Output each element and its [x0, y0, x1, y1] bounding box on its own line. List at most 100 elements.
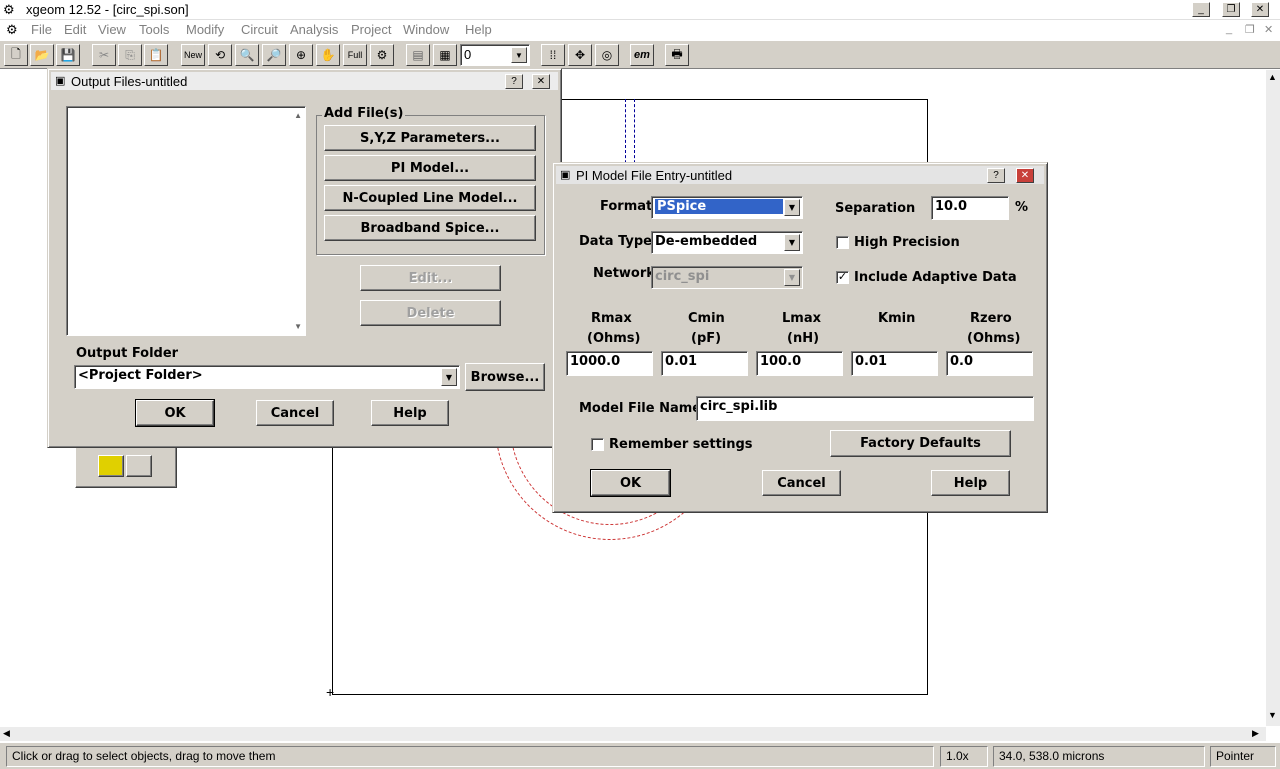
menu-edit[interactable]: Edit	[64, 20, 86, 40]
menu-help[interactable]: Help	[465, 20, 492, 40]
list-scroll-down-icon[interactable]: ▼	[294, 322, 302, 331]
cmin-input[interactable]: 0.01	[661, 351, 748, 376]
menu-file[interactable]: File	[31, 20, 52, 40]
palette-tool-2-icon[interactable]	[126, 455, 152, 477]
menu-modify[interactable]: Modify	[186, 20, 224, 40]
cut-icon[interactable]: ✂	[92, 44, 116, 66]
menu-analysis[interactable]: Analysis	[290, 20, 338, 40]
high-precision-checkbox[interactable]	[836, 236, 849, 249]
syz-parameters-button[interactable]: S,Y,Z Parameters...	[324, 125, 536, 151]
zoom-out-icon[interactable]: 🔎	[262, 44, 286, 66]
menu-tools[interactable]: Tools	[139, 20, 169, 40]
new-view-icon[interactable]: New	[181, 44, 205, 66]
adaptive-data-checkbox[interactable]: ✓	[836, 271, 849, 284]
chevron-down-icon[interactable]: ▼	[441, 368, 457, 386]
edit-view-icon[interactable]: ⟲	[208, 44, 232, 66]
menu-circuit[interactable]: Circuit	[241, 20, 278, 40]
layers-icon[interactable]: ⚙	[370, 44, 394, 66]
em-icon[interactable]: em	[630, 44, 654, 66]
pi-cancel-button[interactable]: Cancel	[762, 470, 841, 496]
list-scroll-up-icon[interactable]: ▲	[294, 111, 302, 120]
rmax-value: 1000.0	[570, 354, 621, 369]
vertical-scrollbar[interactable]: ▲ ▼	[1266, 70, 1280, 726]
broadband-spice-button[interactable]: Broadband Spice...	[324, 215, 536, 241]
pi-ok-button[interactable]: OK	[590, 469, 671, 497]
pi-help-button[interactable]: Help	[931, 470, 1010, 496]
tool-palette	[75, 446, 177, 488]
data-type-select[interactable]: De-embedded ▼	[651, 231, 803, 254]
chevron-down-icon[interactable]: ▼	[784, 199, 800, 216]
pi-model-button[interactable]: PI Model...	[324, 155, 536, 181]
menu-project[interactable]: Project	[351, 20, 391, 40]
close-button[interactable]: ✕	[1251, 2, 1269, 17]
cmin-name: Cmin	[688, 311, 725, 326]
scroll-up-icon[interactable]: ▲	[1268, 72, 1277, 82]
chevron-down-icon[interactable]: ▼	[784, 269, 800, 286]
output-files-title: Output Files-untitled	[71, 73, 188, 89]
output-cancel-button[interactable]: Cancel	[256, 400, 334, 426]
chevron-down-icon[interactable]: ▼	[784, 234, 800, 251]
rmax-input[interactable]: 1000.0	[566, 351, 653, 376]
rzero-input[interactable]: 0.0	[946, 351, 1033, 376]
network-select[interactable]: circ_spi ▼	[651, 266, 803, 289]
edit-button[interactable]: Edit...	[360, 265, 501, 291]
snap-icon[interactable]: ◎	[595, 44, 619, 66]
format-select[interactable]: PSpice ▼	[651, 196, 803, 219]
network-label: Network	[593, 266, 655, 281]
level-down-icon[interactable]: ▤	[406, 44, 430, 66]
pi-help-icon[interactable]: ?	[987, 168, 1005, 183]
save-icon[interactable]: 💾	[56, 44, 80, 66]
scroll-left-icon[interactable]: ◀	[3, 728, 10, 739]
adaptive-data-label: Include Adaptive Data	[854, 270, 1017, 285]
paste-icon[interactable]: 📋	[144, 44, 168, 66]
restore-button[interactable]: ❐	[1222, 2, 1240, 17]
add-files-label: Add File(s)	[322, 106, 406, 121]
mdi-restore-icon[interactable]: ❐	[1245, 23, 1255, 36]
new-file-icon[interactable]: 🗋	[4, 44, 28, 66]
dialog-close-icon[interactable]: ✕	[532, 74, 550, 89]
delete-button[interactable]: Delete	[360, 300, 501, 326]
status-coords: 34.0, 538.0 microns	[993, 746, 1205, 767]
grid-icon[interactable]: ⁞⁞	[541, 44, 565, 66]
zoom-box-icon[interactable]: ⊕	[289, 44, 313, 66]
data-type-value: De-embedded	[655, 234, 758, 249]
status-message: Click or drag to select objects, drag to…	[6, 746, 934, 767]
app-title: xgeom 12.52 - [circ_spi.son]	[26, 2, 189, 17]
browse-button[interactable]: Browse...	[465, 363, 545, 391]
move-arrows-icon[interactable]: ✥	[568, 44, 592, 66]
pan-hand-icon[interactable]: ✋	[316, 44, 340, 66]
scroll-right-icon[interactable]: ▶	[1252, 728, 1259, 739]
pi-close-icon[interactable]: ✕	[1016, 168, 1034, 183]
n-coupled-button[interactable]: N-Coupled Line Model...	[324, 185, 536, 211]
zoom-in-icon[interactable]: 🔍	[235, 44, 259, 66]
em-label: em	[634, 49, 650, 61]
kmin-input[interactable]: 0.01	[851, 351, 938, 376]
scroll-down-icon[interactable]: ▼	[1268, 710, 1277, 720]
separation-input[interactable]: 10.0	[931, 196, 1009, 220]
output-help-button[interactable]: Help	[371, 400, 449, 426]
palette-tool-1-icon[interactable]	[98, 455, 124, 477]
menu-view[interactable]: View	[98, 20, 126, 40]
level-select[interactable]: 0 ▼	[460, 44, 530, 66]
output-ok-button[interactable]: OK	[135, 399, 215, 427]
output-file-list[interactable]: ▲ ▼	[66, 106, 306, 336]
level-stack-icon[interactable]: ▦	[433, 44, 457, 66]
horizontal-scrollbar[interactable]: ◀ ▶	[0, 727, 1266, 741]
dialog-help-icon[interactable]: ?	[505, 74, 523, 89]
open-folder-icon[interactable]: 📂	[30, 44, 54, 66]
mdi-close-icon[interactable]: ✕	[1264, 23, 1273, 36]
output-folder-select[interactable]: <Project Folder> ▼	[74, 365, 460, 389]
rmax-name: Rmax	[591, 311, 632, 326]
print-icon[interactable]: 🖶	[665, 44, 689, 66]
mdi-min-icon[interactable]: _	[1226, 23, 1232, 35]
copy-icon[interactable]: ⎘	[118, 44, 142, 66]
menu-bar: ⚙ File Edit View Tools Modify Circuit An…	[0, 20, 1280, 40]
model-file-input[interactable]: circ_spi.lib	[696, 396, 1034, 421]
remember-settings-checkbox[interactable]	[591, 438, 604, 451]
minimize-button[interactable]: _	[1192, 2, 1210, 17]
menu-window[interactable]: Window	[403, 20, 449, 40]
chevron-down-icon[interactable]: ▼	[511, 47, 527, 63]
zoom-full-icon[interactable]: Full	[343, 44, 367, 66]
factory-defaults-button[interactable]: Factory Defaults	[830, 430, 1011, 457]
lmax-input[interactable]: 100.0	[756, 351, 843, 376]
